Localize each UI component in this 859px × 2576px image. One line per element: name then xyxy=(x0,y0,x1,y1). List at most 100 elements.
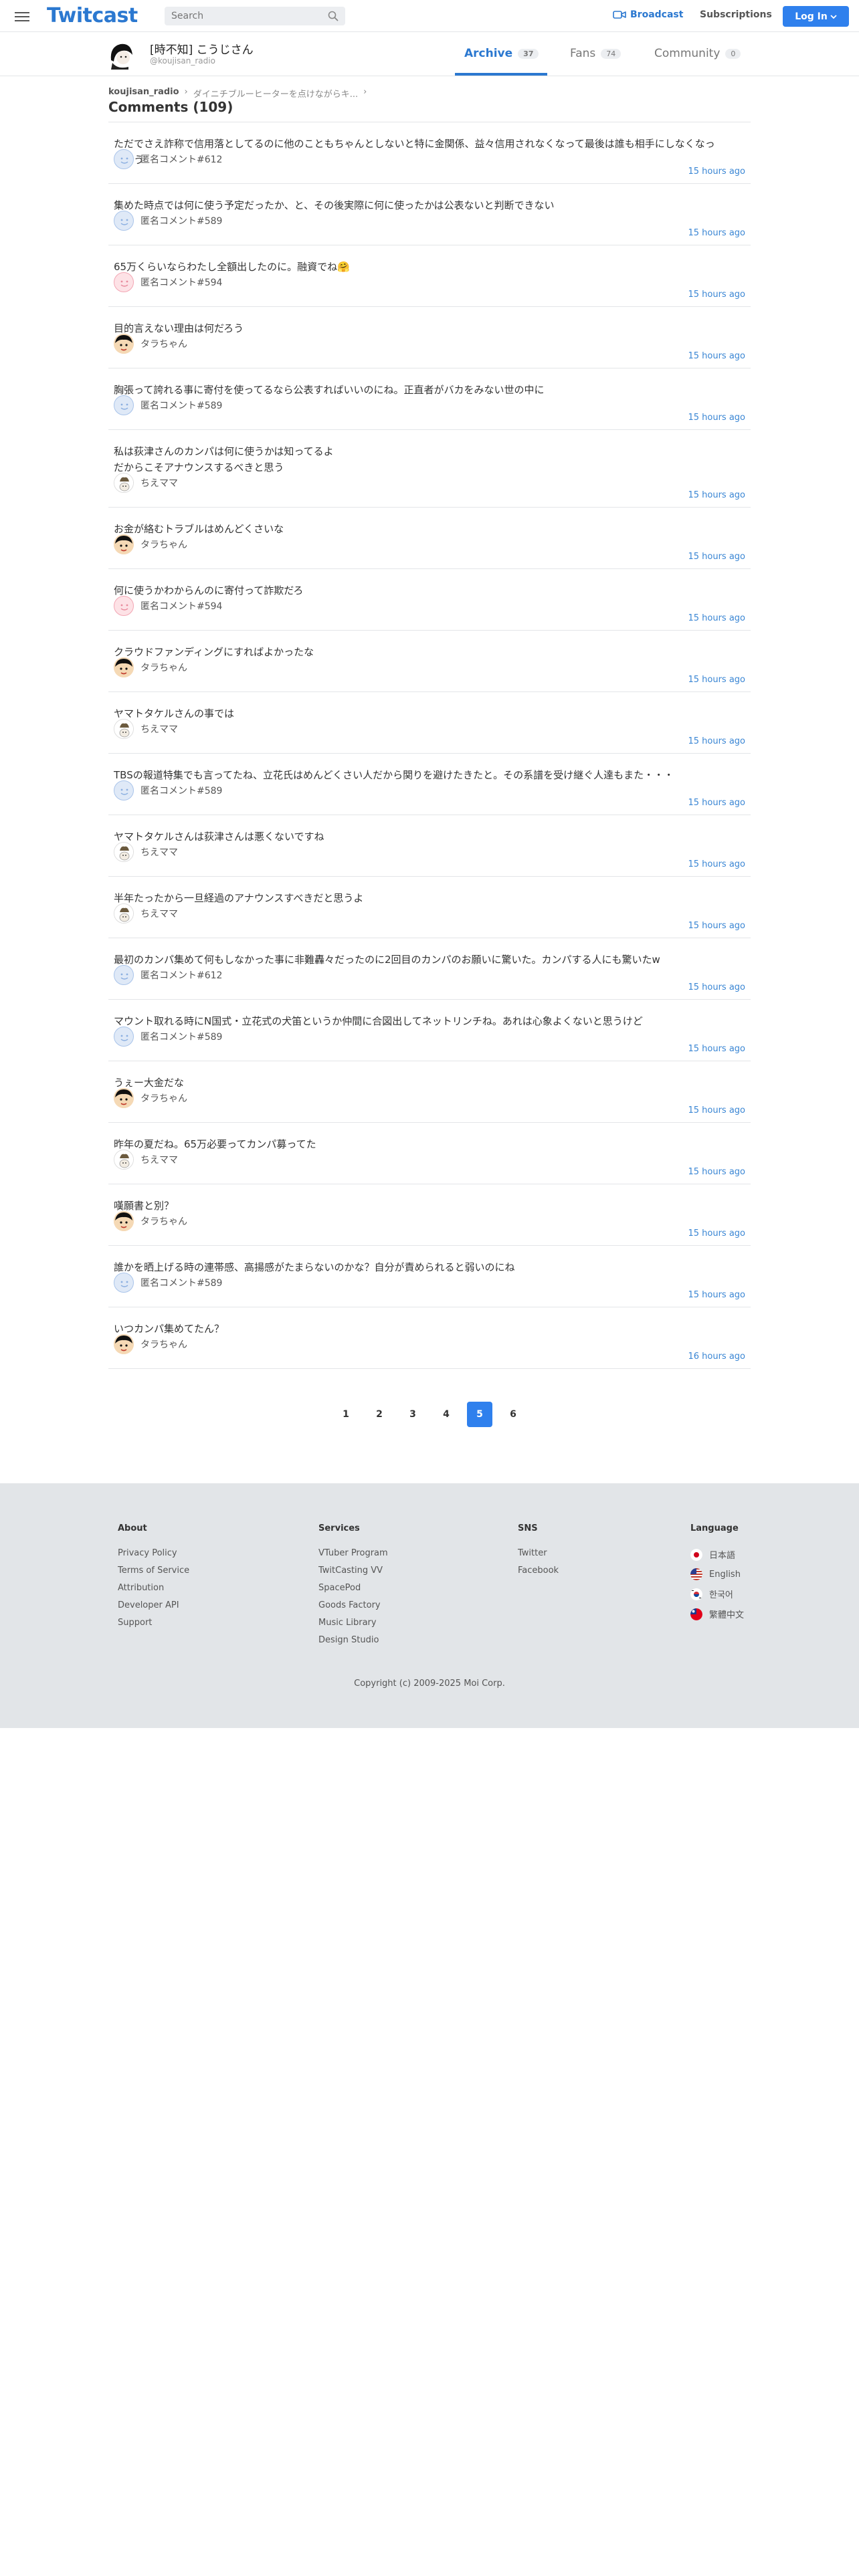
username[interactable]: タラちゃん xyxy=(140,1214,187,1228)
comment-timestamp[interactable]: 15 hours ago xyxy=(688,859,745,869)
comment-timestamp[interactable]: 15 hours ago xyxy=(688,921,745,931)
breadcrumb-user[interactable]: koujisan_radio xyxy=(108,87,179,100)
user-avatar[interactable] xyxy=(114,1334,134,1354)
username[interactable]: ちえママ xyxy=(140,1153,178,1166)
page-5-button[interactable]: 5 xyxy=(467,1402,492,1427)
username[interactable]: ちえママ xyxy=(140,907,178,920)
comment-timestamp[interactable]: 15 hours ago xyxy=(688,1167,745,1177)
comment-timestamp[interactable]: 15 hours ago xyxy=(688,490,745,500)
user-avatar[interactable] xyxy=(114,149,134,169)
user-avatar[interactable] xyxy=(114,1088,134,1108)
page-4-button[interactable]: 4 xyxy=(434,1402,459,1427)
footer-link-developer-api[interactable]: Developer API xyxy=(118,1600,189,1610)
username[interactable]: タラちゃん xyxy=(140,1337,187,1351)
profile-name[interactable]: [時不知] こうじさん xyxy=(150,40,254,57)
comment-timestamp[interactable]: 15 hours ago xyxy=(688,736,745,746)
user-avatar[interactable] xyxy=(114,657,134,677)
comment-author[interactable]: ちえママ xyxy=(114,1150,178,1170)
page-2-button[interactable]: 2 xyxy=(367,1402,392,1427)
profile-avatar[interactable] xyxy=(108,40,135,70)
tab-community[interactable]: Community 0 xyxy=(654,47,741,60)
comment-author[interactable]: 匿名コメント#589 xyxy=(114,1273,222,1293)
user-avatar[interactable] xyxy=(114,596,134,616)
footer-link-terms[interactable]: Terms of Service xyxy=(118,1566,189,1576)
search-icon[interactable] xyxy=(328,11,339,21)
footer-link-support[interactable]: Support xyxy=(118,1618,189,1628)
user-avatar[interactable] xyxy=(114,1211,134,1231)
language-japanese[interactable]: 日本語 xyxy=(690,1548,744,1561)
comment-timestamp[interactable]: 15 hours ago xyxy=(688,351,745,361)
comment-author[interactable]: タラちゃん xyxy=(114,657,187,677)
comment-author[interactable]: 匿名コメント#612 xyxy=(114,149,222,169)
comment-author[interactable]: タラちゃん xyxy=(114,1088,187,1108)
comment-timestamp[interactable]: 15 hours ago xyxy=(688,1105,745,1115)
username[interactable]: 匿名コメント#589 xyxy=(140,399,222,412)
page-3-button[interactable]: 3 xyxy=(400,1402,425,1427)
comment-author[interactable]: 匿名コメント#594 xyxy=(114,272,222,292)
login-button[interactable]: Log In xyxy=(783,6,849,27)
footer-link-design-studio[interactable]: Design Studio xyxy=(318,1635,388,1645)
comment-author[interactable]: ちえママ xyxy=(114,719,178,739)
username[interactable]: 匿名コメント#589 xyxy=(140,1276,222,1289)
comment-author[interactable]: 匿名コメント#589 xyxy=(114,395,222,415)
comment-author[interactable]: 匿名コメント#594 xyxy=(114,596,222,616)
subscriptions-link[interactable]: Subscriptions xyxy=(700,9,772,20)
user-avatar[interactable] xyxy=(114,334,134,354)
site-logo[interactable]: Twitcast xyxy=(47,4,138,27)
comment-timestamp[interactable]: 15 hours ago xyxy=(688,613,745,623)
user-avatar[interactable] xyxy=(114,473,134,493)
footer-link-attribution[interactable]: Attribution xyxy=(118,1583,189,1593)
broadcast-link[interactable]: Broadcast xyxy=(613,9,683,20)
comment-timestamp[interactable]: 15 hours ago xyxy=(688,228,745,238)
language-traditional-chinese[interactable]: 繁體中文 xyxy=(690,1608,744,1620)
username[interactable]: ちえママ xyxy=(140,476,178,490)
comment-timestamp[interactable]: 15 hours ago xyxy=(688,552,745,562)
tab-archive[interactable]: Archive 37 xyxy=(464,47,539,60)
username[interactable]: タラちゃん xyxy=(140,337,187,350)
breadcrumb-page[interactable]: ダイニチブルーヒーターを点けながらキ... xyxy=(193,87,358,100)
comment-author[interactable]: 匿名コメント#612 xyxy=(114,965,222,985)
user-avatar[interactable] xyxy=(114,211,134,231)
user-avatar[interactable] xyxy=(114,1027,134,1047)
username[interactable]: 匿名コメント#594 xyxy=(140,276,222,289)
user-avatar[interactable] xyxy=(114,395,134,415)
comment-author[interactable]: ちえママ xyxy=(114,842,178,862)
username[interactable]: 匿名コメント#589 xyxy=(140,214,222,227)
page-6-button[interactable]: 6 xyxy=(500,1402,526,1427)
user-avatar[interactable] xyxy=(114,272,134,292)
comment-author[interactable]: 匿名コメント#589 xyxy=(114,211,222,231)
user-avatar[interactable] xyxy=(114,842,134,862)
comment-timestamp[interactable]: 15 hours ago xyxy=(688,1228,745,1239)
username[interactable]: ちえママ xyxy=(140,722,178,736)
comment-timestamp[interactable]: 15 hours ago xyxy=(688,413,745,423)
username[interactable]: 匿名コメント#612 xyxy=(140,152,222,166)
footer-link-music-library[interactable]: Music Library xyxy=(318,1618,388,1628)
user-avatar[interactable] xyxy=(114,965,134,985)
footer-link-twitcasting-vv[interactable]: TwitCasting VV xyxy=(318,1566,388,1576)
comment-timestamp[interactable]: 15 hours ago xyxy=(688,675,745,685)
footer-link-vtuber[interactable]: VTuber Program xyxy=(318,1548,388,1558)
comment-timestamp[interactable]: 15 hours ago xyxy=(688,798,745,808)
username[interactable]: 匿名コメント#612 xyxy=(140,968,222,982)
comment-author[interactable]: ちえママ xyxy=(114,903,178,924)
user-avatar[interactable] xyxy=(114,719,134,739)
comment-author[interactable]: タラちゃん xyxy=(114,534,187,554)
comment-timestamp[interactable]: 15 hours ago xyxy=(688,1044,745,1054)
comment-author[interactable]: タラちゃん xyxy=(114,1211,187,1231)
footer-link-privacy[interactable]: Privacy Policy xyxy=(118,1548,189,1558)
username[interactable]: 匿名コメント#594 xyxy=(140,599,222,613)
comment-timestamp[interactable]: 15 hours ago xyxy=(688,982,745,992)
comment-timestamp[interactable]: 15 hours ago xyxy=(688,290,745,300)
username[interactable]: タラちゃん xyxy=(140,1091,187,1105)
tab-fans[interactable]: Fans 74 xyxy=(570,47,622,60)
language-korean[interactable]: 한국어 xyxy=(690,1588,744,1600)
username[interactable]: タラちゃん xyxy=(140,538,187,551)
page-1-button[interactable]: 1 xyxy=(333,1402,359,1427)
user-avatar[interactable] xyxy=(114,1150,134,1170)
user-avatar[interactable] xyxy=(114,1273,134,1293)
username[interactable]: タラちゃん xyxy=(140,661,187,674)
username[interactable]: 匿名コメント#589 xyxy=(140,1030,222,1043)
username[interactable]: ちえママ xyxy=(140,845,178,859)
comment-author[interactable]: 匿名コメント#589 xyxy=(114,780,222,800)
comment-author[interactable]: ちえママ xyxy=(114,473,178,493)
